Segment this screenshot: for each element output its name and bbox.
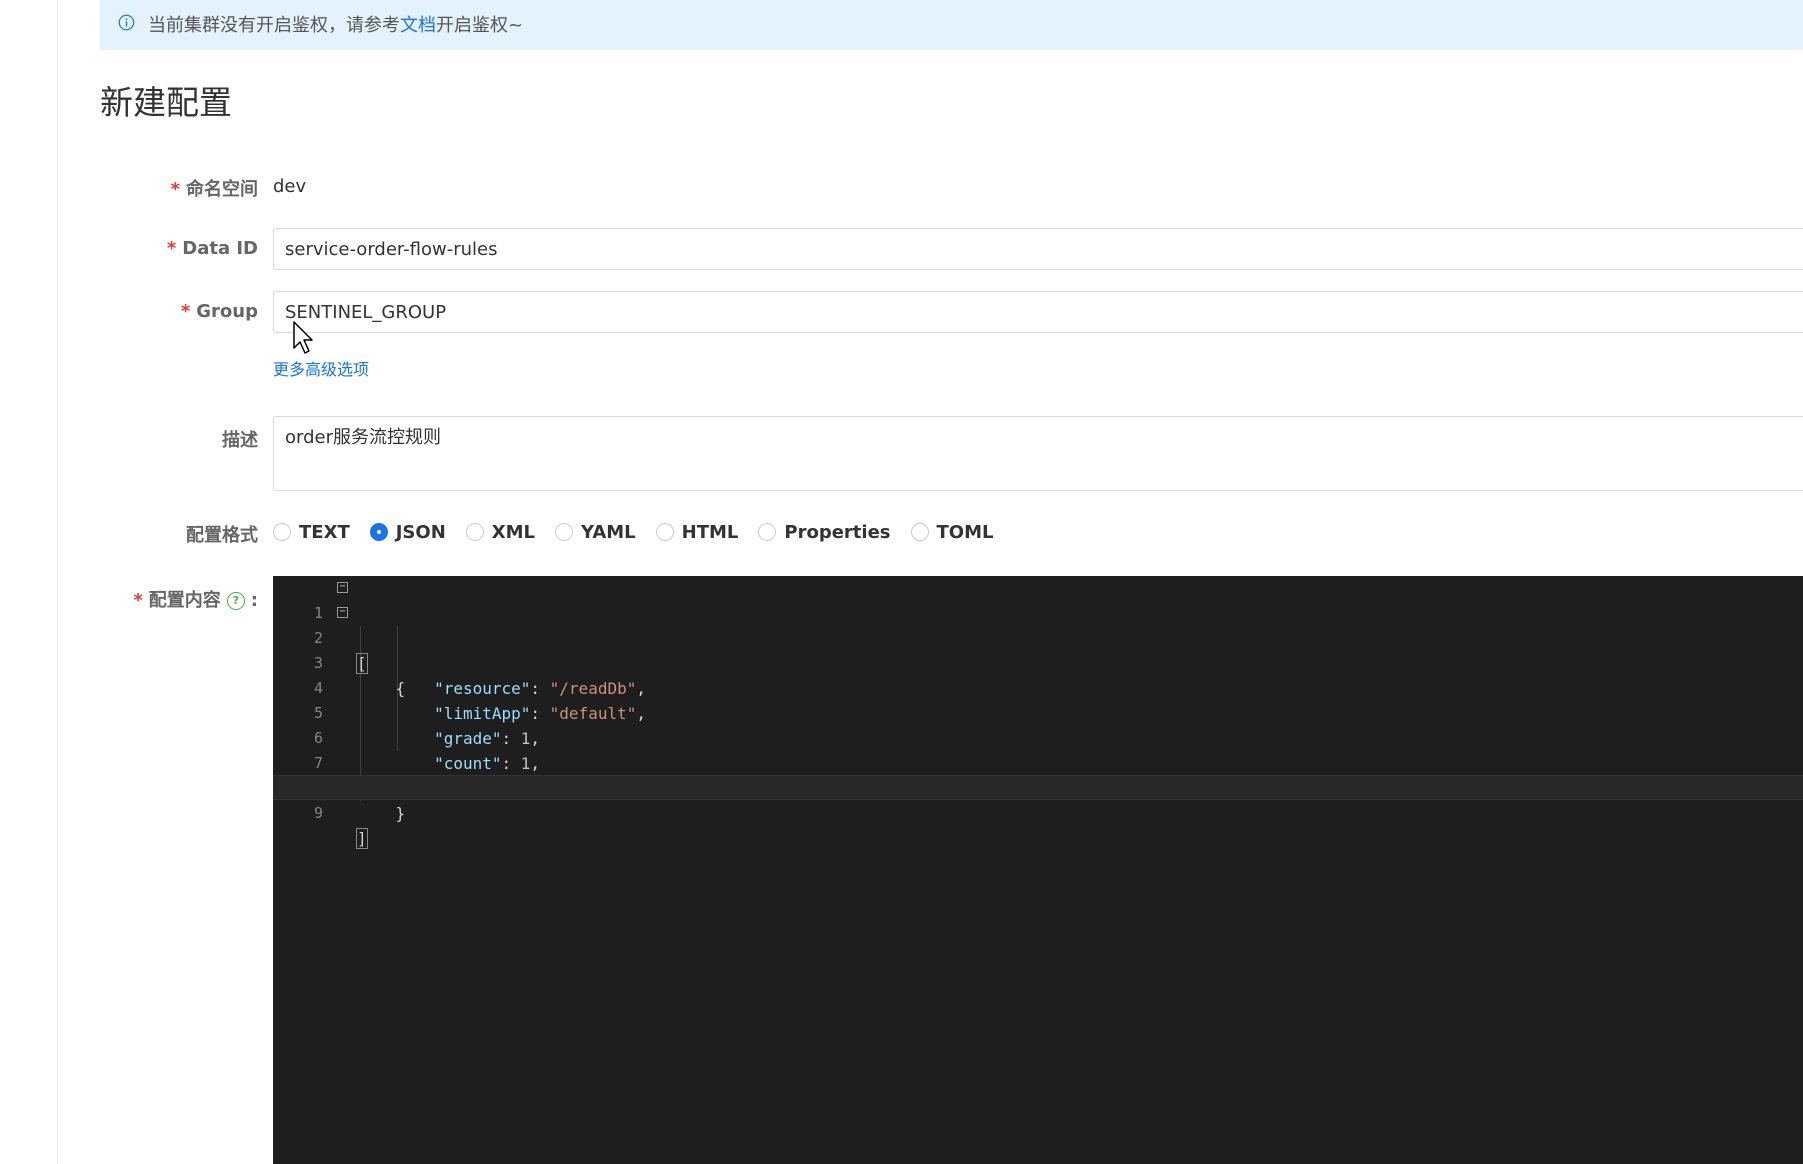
code-line: 4 "limitApp": "default",: [273, 651, 1803, 723]
info-icon: [118, 14, 135, 31]
namespace-label: * 命名空间: [170, 179, 258, 200]
auth-notice-banner: 当前集群没有开启鉴权，请参考文档开启鉴权~: [100, 0, 1803, 50]
radio-circle[interactable]: [910, 523, 929, 541]
code-line-active: 9 ]: [273, 775, 1803, 849]
code-line: 2 − {: [273, 601, 1803, 699]
format-radio-text[interactable]: TEXT: [273, 522, 350, 543]
format-radio-xml[interactable]: XML: [465, 522, 535, 543]
radio-circle-checked[interactable]: [369, 523, 388, 541]
code-line: 1 − [: [273, 576, 1803, 674]
data-id-input[interactable]: service-order-flow-rules: [273, 228, 1803, 270]
format-radio-properties[interactable]: Properties: [758, 522, 891, 543]
advanced-options-link[interactable]: 更多高级选项: [273, 356, 369, 380]
description-label: 描述: [222, 430, 258, 451]
notice-text: 当前集群没有开启鉴权，请参考文档开启鉴权~: [148, 15, 524, 36]
description-textarea[interactable]: order服务流控规则: [273, 416, 1803, 491]
fold-toggle-icon[interactable]: −: [337, 582, 348, 593]
fold-toggle-icon[interactable]: −: [337, 607, 348, 618]
radio-circle[interactable]: [655, 523, 674, 541]
group-label: * Group: [180, 301, 258, 322]
required-marker: *: [166, 238, 177, 259]
format-label: 配置格式: [186, 525, 258, 546]
left-sidebar-rail: [0, 0, 58, 1164]
line-number: 9: [313, 804, 323, 822]
radio-circle[interactable]: [465, 523, 484, 541]
required-marker: *: [170, 179, 180, 200]
code-line: 3 "resource": "/readDb",: [273, 626, 1803, 698]
format-radio-yaml[interactable]: YAML: [555, 522, 636, 543]
data-id-label: * Data ID: [166, 238, 258, 259]
radio-circle[interactable]: [758, 523, 777, 541]
docs-link[interactable]: 文档: [400, 15, 436, 36]
content-label: * 配置内容?:: [133, 590, 258, 611]
page-title: 新建配置: [100, 83, 232, 122]
mouse-cursor-icon: [293, 321, 313, 354]
format-radio-group: TEXT JSON XML YAML HTML Properties TOML: [273, 519, 1013, 545]
radio-circle[interactable]: [273, 523, 291, 541]
description-value: order服务流控规则: [285, 427, 441, 448]
group-input[interactable]: SENTINEL_GROUP: [273, 291, 1803, 333]
data-id-input-value: service-order-flow-rules: [285, 238, 498, 260]
namespace-value: dev: [273, 176, 307, 197]
radio-circle[interactable]: [555, 523, 574, 541]
bracket-match: ]: [356, 828, 368, 849]
format-radio-toml[interactable]: TOML: [910, 522, 993, 543]
format-radio-json[interactable]: JSON: [369, 522, 446, 543]
code-line: 5 "grade": 1,: [273, 676, 1803, 748]
code-editor[interactable]: 1 − [ 2 − { 3 "resource": "/readDb", 4 "…: [273, 576, 1803, 1164]
required-marker: *: [133, 590, 143, 611]
code-line: 7 "clusterMode": false: [273, 726, 1803, 798]
question-circle-icon[interactable]: ?: [226, 592, 245, 610]
format-radio-html[interactable]: HTML: [655, 522, 738, 543]
code-line: 6 "count": 1,: [273, 701, 1803, 773]
code-line: 8 }: [273, 751, 1803, 823]
required-marker: *: [180, 301, 191, 322]
